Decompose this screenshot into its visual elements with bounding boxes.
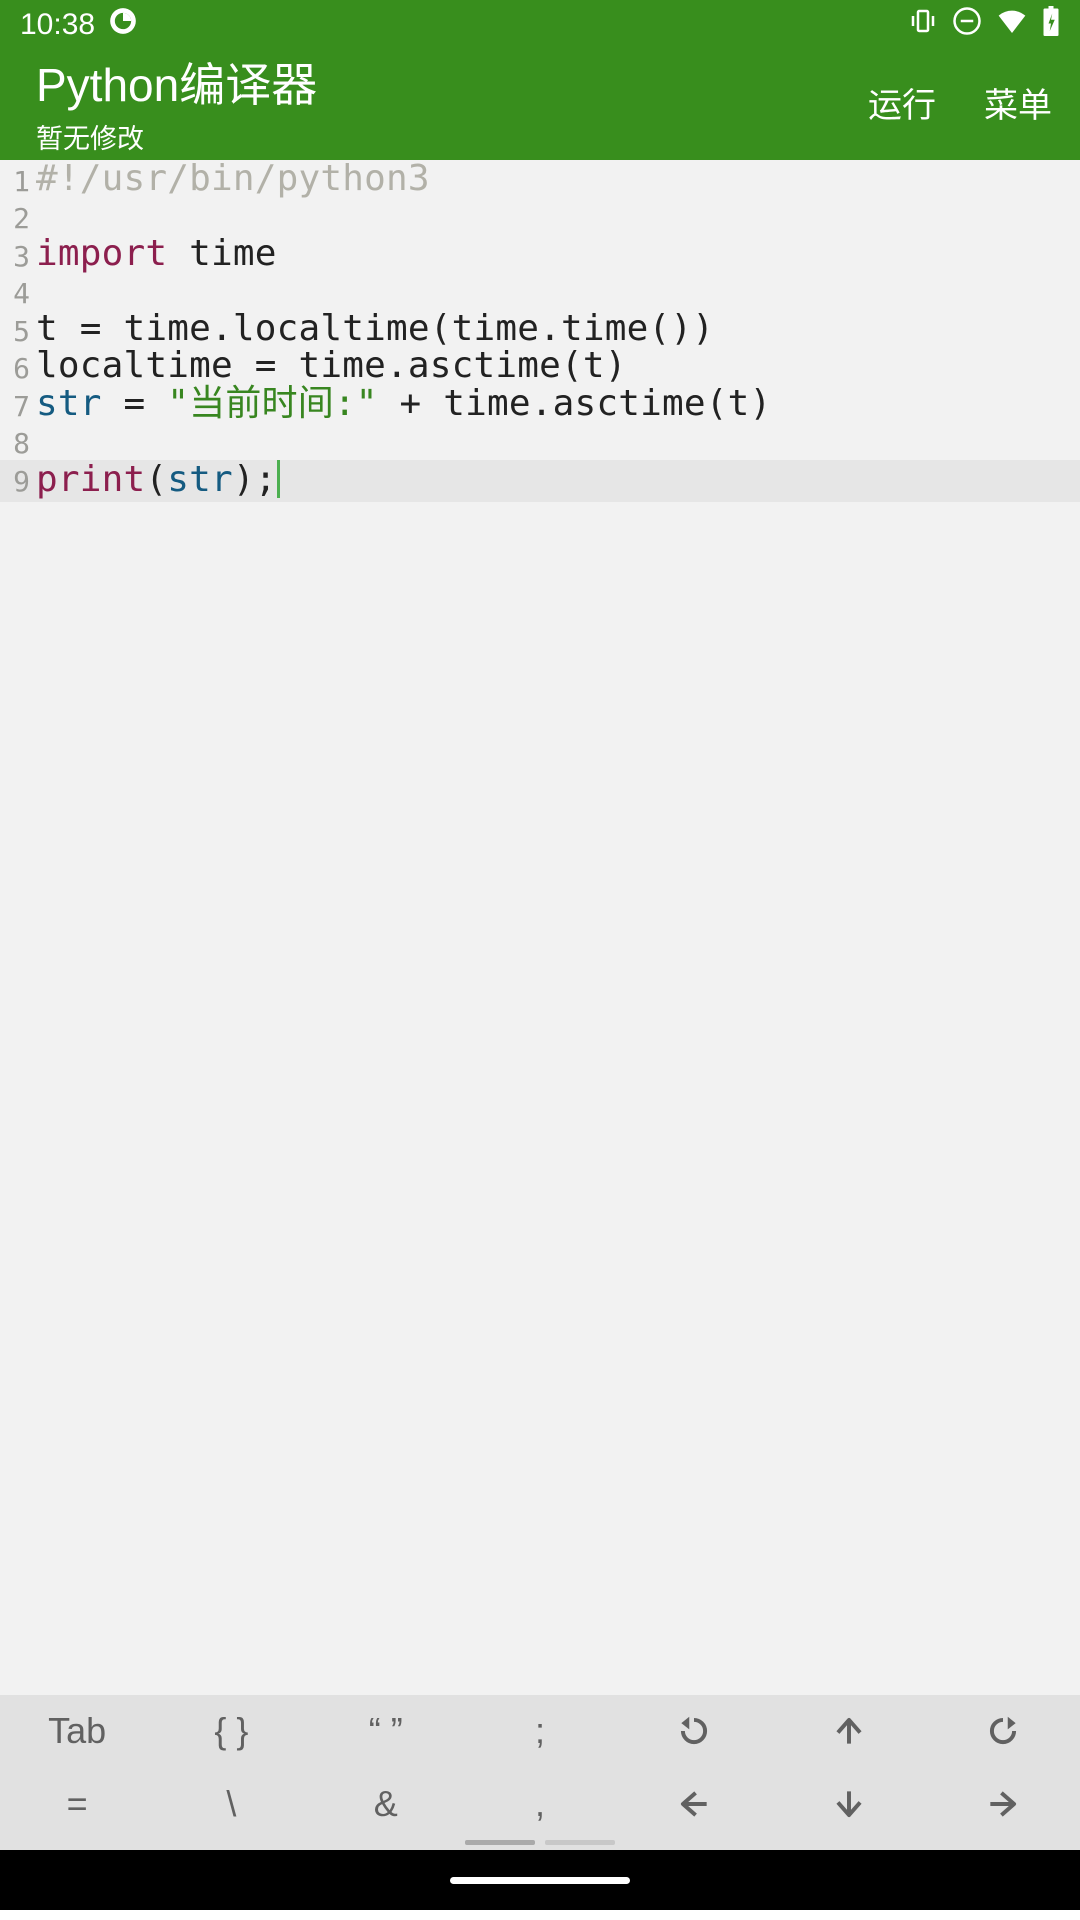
toolbar-key-[interactable]: ; [463, 1695, 617, 1768]
toolbar-key-[interactable]: { } [154, 1695, 308, 1768]
toolbar-key-[interactable]: “ ” [309, 1695, 463, 1768]
code-content[interactable]: localtime = time.asctime(t) [30, 347, 627, 384]
toolbar-key-[interactable]: = [0, 1768, 154, 1841]
code-content[interactable] [30, 422, 58, 459]
line-number: 7 [0, 385, 30, 422]
code-line[interactable]: 4 [0, 272, 1080, 309]
line-number: 9 [0, 460, 30, 502]
toolbar-arrow-up-icon[interactable] [771, 1695, 925, 1768]
toolbar-page-indicator [0, 1840, 1080, 1850]
text-cursor [277, 460, 280, 498]
toolbar-undo-icon[interactable] [617, 1695, 771, 1768]
toolbar-key-Tab[interactable]: Tab [0, 1695, 154, 1768]
nav-handle[interactable] [450, 1877, 630, 1884]
code-line[interactable]: 9print(str); [0, 460, 1080, 502]
app-subtitle: 暂无修改 [36, 117, 317, 156]
app-bar: Python编译器 暂无修改 运行 菜单 [0, 50, 1080, 160]
code-content[interactable]: print(str); [30, 460, 280, 502]
code-editor[interactable]: 1#!/usr/bin/python32 3import time4 5t = … [0, 160, 1080, 1285]
status-time: 10:38 [20, 8, 95, 42]
line-number: 1 [0, 160, 30, 197]
line-number: 5 [0, 310, 30, 347]
line-number: 6 [0, 347, 30, 384]
code-content[interactable] [30, 272, 58, 309]
toolbar-key-[interactable]: \ [154, 1768, 308, 1841]
app-title: Python编译器 [36, 49, 317, 115]
toolbar-key-[interactable]: & [309, 1768, 463, 1841]
code-line[interactable]: 8 [0, 422, 1080, 459]
dnd-icon [952, 6, 982, 44]
editor-blank-area[interactable] [0, 1285, 1080, 1695]
code-line[interactable]: 3import time [0, 235, 1080, 272]
battery-icon [1042, 6, 1060, 44]
code-content[interactable] [30, 197, 58, 234]
code-line[interactable]: 7str = "当前时间:" + time.asctime(t) [0, 385, 1080, 422]
line-number: 2 [0, 197, 30, 234]
line-number: 3 [0, 235, 30, 272]
wifi-icon [996, 5, 1028, 45]
code-content[interactable]: t = time.localtime(time.time()) [30, 310, 714, 347]
status-bar: 10:38 [0, 0, 1080, 50]
line-number: 8 [0, 422, 30, 459]
vibrate-icon [908, 6, 938, 44]
code-content[interactable]: str = "当前时间:" + time.asctime(t) [30, 385, 771, 422]
toolbar-redo-icon[interactable] [926, 1695, 1080, 1768]
run-button[interactable]: 运行 [868, 78, 936, 127]
keyboard-toolbar: Tab{ }“ ”; =\&, [0, 1695, 1080, 1850]
toolbar-arrow-left-icon[interactable] [617, 1768, 771, 1841]
code-line[interactable]: 6localtime = time.asctime(t) [0, 347, 1080, 384]
code-line[interactable]: 2 [0, 197, 1080, 234]
toolbar-key-[interactable]: , [463, 1768, 617, 1841]
code-content[interactable]: #!/usr/bin/python3 [30, 160, 430, 197]
toolbar-arrow-down-icon[interactable] [771, 1768, 925, 1841]
menu-button[interactable]: 菜单 [984, 78, 1052, 127]
code-line[interactable]: 1#!/usr/bin/python3 [0, 160, 1080, 197]
android-nav-bar[interactable] [0, 1850, 1080, 1910]
line-number: 4 [0, 272, 30, 309]
code-content[interactable]: import time [30, 235, 277, 272]
code-line[interactable]: 5t = time.localtime(time.time()) [0, 310, 1080, 347]
notification-icon [109, 7, 137, 43]
toolbar-arrow-right-icon[interactable] [926, 1768, 1080, 1841]
